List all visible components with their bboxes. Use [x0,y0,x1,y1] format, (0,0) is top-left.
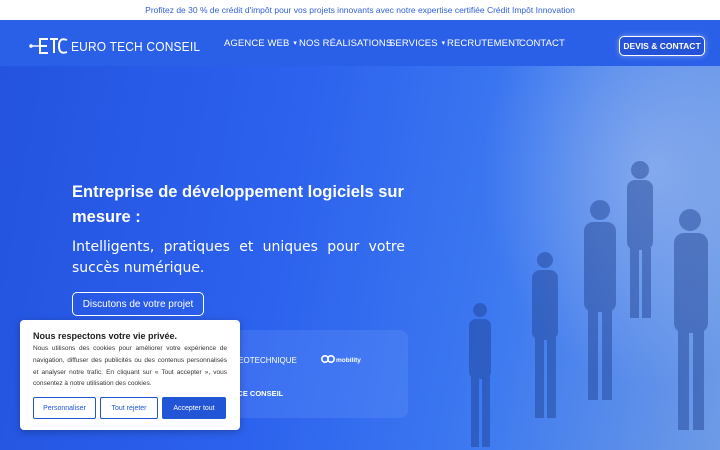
client-logo-text: mobility [336,357,361,364]
hero-title: Entreprise de développement logiciels su… [72,183,404,226]
accept-all-cookies-button[interactable]: Accepter tout [162,397,226,419]
client-logo-geotechnique: GEOTECHNIQUE [232,356,297,365]
etc-logo-icon [29,38,68,54]
nav-item-recrutement[interactable]: RECRUTEMENT [447,37,521,49]
announcement-bar: Profitez de 30 % de crédit d'impôt pour … [0,0,720,20]
cookie-consent-banner: Nous respectons votre vie privée. Nous u… [20,320,240,430]
nav-item-services[interactable]: SERVICES ▾ [389,37,445,49]
reject-all-cookies-button[interactable]: Tout rejeter [100,397,158,419]
nav-item-label: NOS RÉALISATIONS [299,37,393,49]
nav-item-nos-realisations[interactable]: NOS RÉALISATIONS [299,37,392,49]
client-logo-text: GEOTECHNIQUE [232,356,297,365]
logo[interactable]: EURO TECH CONSEIL [28,37,211,55]
discuss-project-button[interactable]: Discutons de votre projet [72,292,204,316]
customize-cookies-button[interactable]: Personnaliser [33,397,96,419]
client-logo-mobility: mobility [321,353,361,364]
logo-text: EURO TECH CONSEIL [71,38,201,54]
hero-subtitle: Intelligents, pratiques et uniques pour … [72,239,405,276]
cookie-title: Nous respectons votre vie privée. [33,331,178,341]
nav-item-label: SERVICES [389,37,438,49]
nav-item-contact[interactable]: CONTACT [519,37,565,49]
nav-item-label: CONTACT [519,37,565,49]
chevron-down-icon: ▾ [293,40,298,47]
mobility-logo-icon [321,354,335,363]
cookie-text: Nous utilisons des cookies pour améliore… [33,345,227,388]
nav-item-label: AGENCE WEB [224,37,290,49]
devis-contact-button[interactable]: DEVIS & CONTACT [619,36,705,56]
chevron-down-icon: ▾ [441,40,446,47]
nav-item-agence-web[interactable]: AGENCE WEB ▾ [224,37,297,49]
nav-item-label: RECRUTEMENT [447,37,521,49]
announcement-text[interactable]: Profitez de 30 % de crédit d'impôt pour … [145,5,575,15]
